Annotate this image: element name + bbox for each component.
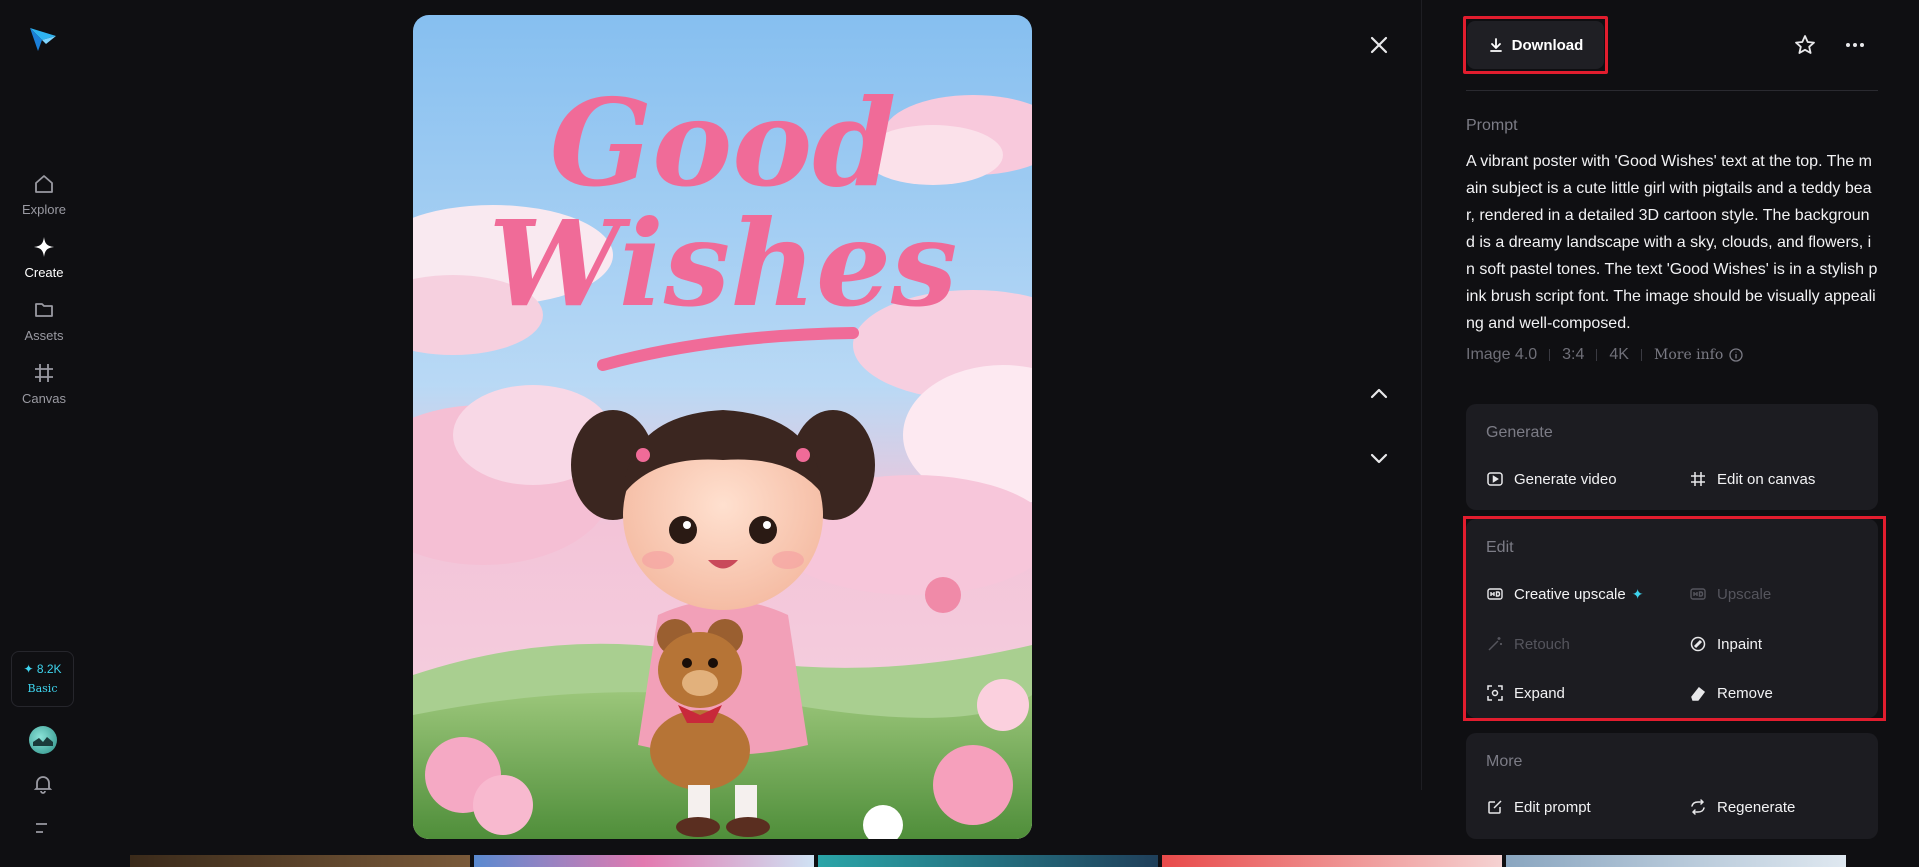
expand-label: Expand — [1514, 684, 1565, 702]
logo-icon[interactable] — [28, 24, 58, 54]
creative-upscale-label: Creative upscale — [1514, 585, 1626, 603]
diamond-sparkle-icon — [34, 237, 54, 257]
inpaint-label: Inpaint — [1717, 635, 1763, 653]
download-icon — [1489, 38, 1502, 52]
chevron-up-icon[interactable] — [1368, 383, 1390, 405]
prompt-text: A vibrant poster with 'Good Wishes' text… — [1466, 153, 1878, 332]
meta-ratio: 3:4 — [1562, 346, 1585, 363]
regenerate-button[interactable]: Regenerate — [1689, 798, 1795, 816]
more-options-icon[interactable] — [1843, 34, 1867, 56]
inpaint-button[interactable]: Inpaint — [1689, 635, 1762, 653]
separator — [1596, 349, 1598, 361]
thumbnail[interactable] — [818, 855, 1158, 867]
nav-assets-label: Assets — [24, 328, 64, 343]
meta-resolution: 4K — [1609, 346, 1629, 363]
creative-upscale-button[interactable]: Creative upscale ✦ — [1486, 585, 1643, 603]
generate-video-label: Generate video — [1514, 470, 1617, 488]
download-button[interactable]: Download — [1467, 21, 1604, 69]
hd-upscale-icon — [1690, 588, 1706, 600]
expand-button[interactable]: Expand — [1486, 684, 1565, 702]
canvas-frame-icon — [1691, 472, 1705, 486]
generate-title: Generate — [1486, 424, 1553, 441]
edit-prompt-icon — [1488, 800, 1502, 814]
separator — [1640, 349, 1642, 361]
close-icon[interactable] — [1368, 34, 1390, 56]
edit-prompt-button[interactable]: Edit prompt — [1486, 798, 1591, 816]
edit-title: Edit — [1486, 539, 1514, 556]
prompt-label: Prompt — [1466, 117, 1518, 134]
edit-on-canvas-label: Edit on canvas — [1717, 470, 1816, 488]
star-icon[interactable] — [1794, 34, 1816, 56]
upscale-button[interactable]: Upscale — [1689, 585, 1771, 603]
thumbnail[interactable] — [130, 855, 470, 867]
folder-icon — [35, 303, 53, 317]
nav-canvas-label: Canvas — [21, 391, 67, 406]
panel-divider — [1421, 0, 1422, 790]
magic-wand-icon — [1488, 637, 1502, 651]
nav-create-label: Create — [24, 265, 64, 280]
edit-card: Edit Creative upscale ✦ Upscale Retouch … — [1466, 519, 1878, 718]
eraser-icon — [1691, 686, 1706, 701]
remove-label: Remove — [1717, 684, 1773, 702]
left-sidebar: Explore Create Assets Canvas ✦ 8.2K Basi… — [0, 0, 88, 867]
nav-assets[interactable]: Assets — [0, 298, 88, 343]
play-video-icon — [1487, 472, 1503, 486]
more-info-label: More info — [1653, 347, 1724, 363]
separator — [1549, 349, 1551, 361]
nav-explore-label: Explore — [21, 202, 67, 217]
chevron-down-icon[interactable] — [1368, 447, 1390, 469]
generate-card: Generate Generate video Edit on canvas — [1466, 404, 1878, 510]
home-icon — [35, 175, 53, 193]
retouch-button[interactable]: Retouch — [1486, 635, 1570, 653]
upscale-label: Upscale — [1717, 585, 1772, 603]
thumbnail-strip — [130, 855, 1860, 867]
edit-on-canvas-button[interactable]: Edit on canvas — [1689, 470, 1815, 488]
more-title: More — [1486, 753, 1523, 770]
plan-tier: Basic — [27, 682, 58, 695]
info-icon — [1729, 348, 1743, 362]
avatar[interactable] — [29, 726, 57, 754]
retouch-label: Retouch — [1514, 635, 1570, 653]
thumbnail[interactable] — [1506, 855, 1846, 867]
inpaint-brush-icon — [1690, 636, 1706, 652]
download-label: Download — [1511, 36, 1584, 54]
image-meta: Image 4.0 3:4 4K More info — [1466, 346, 1743, 364]
meta-model: Image 4.0 — [1466, 346, 1538, 363]
nav-create[interactable]: Create — [0, 235, 88, 280]
poster-title-good: Good — [550, 73, 896, 214]
regenerate-icon — [1691, 799, 1705, 815]
edit-prompt-label: Edit prompt — [1514, 798, 1591, 816]
thumbnail[interactable] — [1162, 855, 1502, 867]
more-card: More Edit prompt Regenerate — [1466, 733, 1878, 839]
nav-canvas[interactable]: Canvas — [0, 361, 88, 406]
regenerate-label: Regenerate — [1717, 798, 1796, 816]
hd-upscale-icon — [1487, 588, 1503, 600]
canvas-frame-icon — [35, 364, 53, 382]
credits-value: ✦ 8.2K — [23, 662, 62, 676]
remove-button[interactable]: Remove — [1689, 684, 1773, 702]
credits-badge[interactable]: ✦ 8.2K Basic — [11, 651, 74, 707]
generate-video-button[interactable]: Generate video — [1486, 470, 1617, 488]
nav-explore[interactable]: Explore — [0, 172, 88, 217]
thumbnail[interactable] — [474, 855, 814, 867]
sparkle-icon: ✦ — [1631, 585, 1644, 602]
more-info-link[interactable]: More info — [1654, 347, 1743, 363]
divider — [1466, 90, 1878, 91]
bell-icon[interactable] — [31, 772, 55, 796]
menu-icon[interactable] — [33, 818, 53, 838]
poster-title-wishes: Wishes — [488, 194, 957, 333]
generated-image[interactable]: Good Wishes — [413, 15, 1032, 839]
expand-icon — [1487, 685, 1503, 701]
